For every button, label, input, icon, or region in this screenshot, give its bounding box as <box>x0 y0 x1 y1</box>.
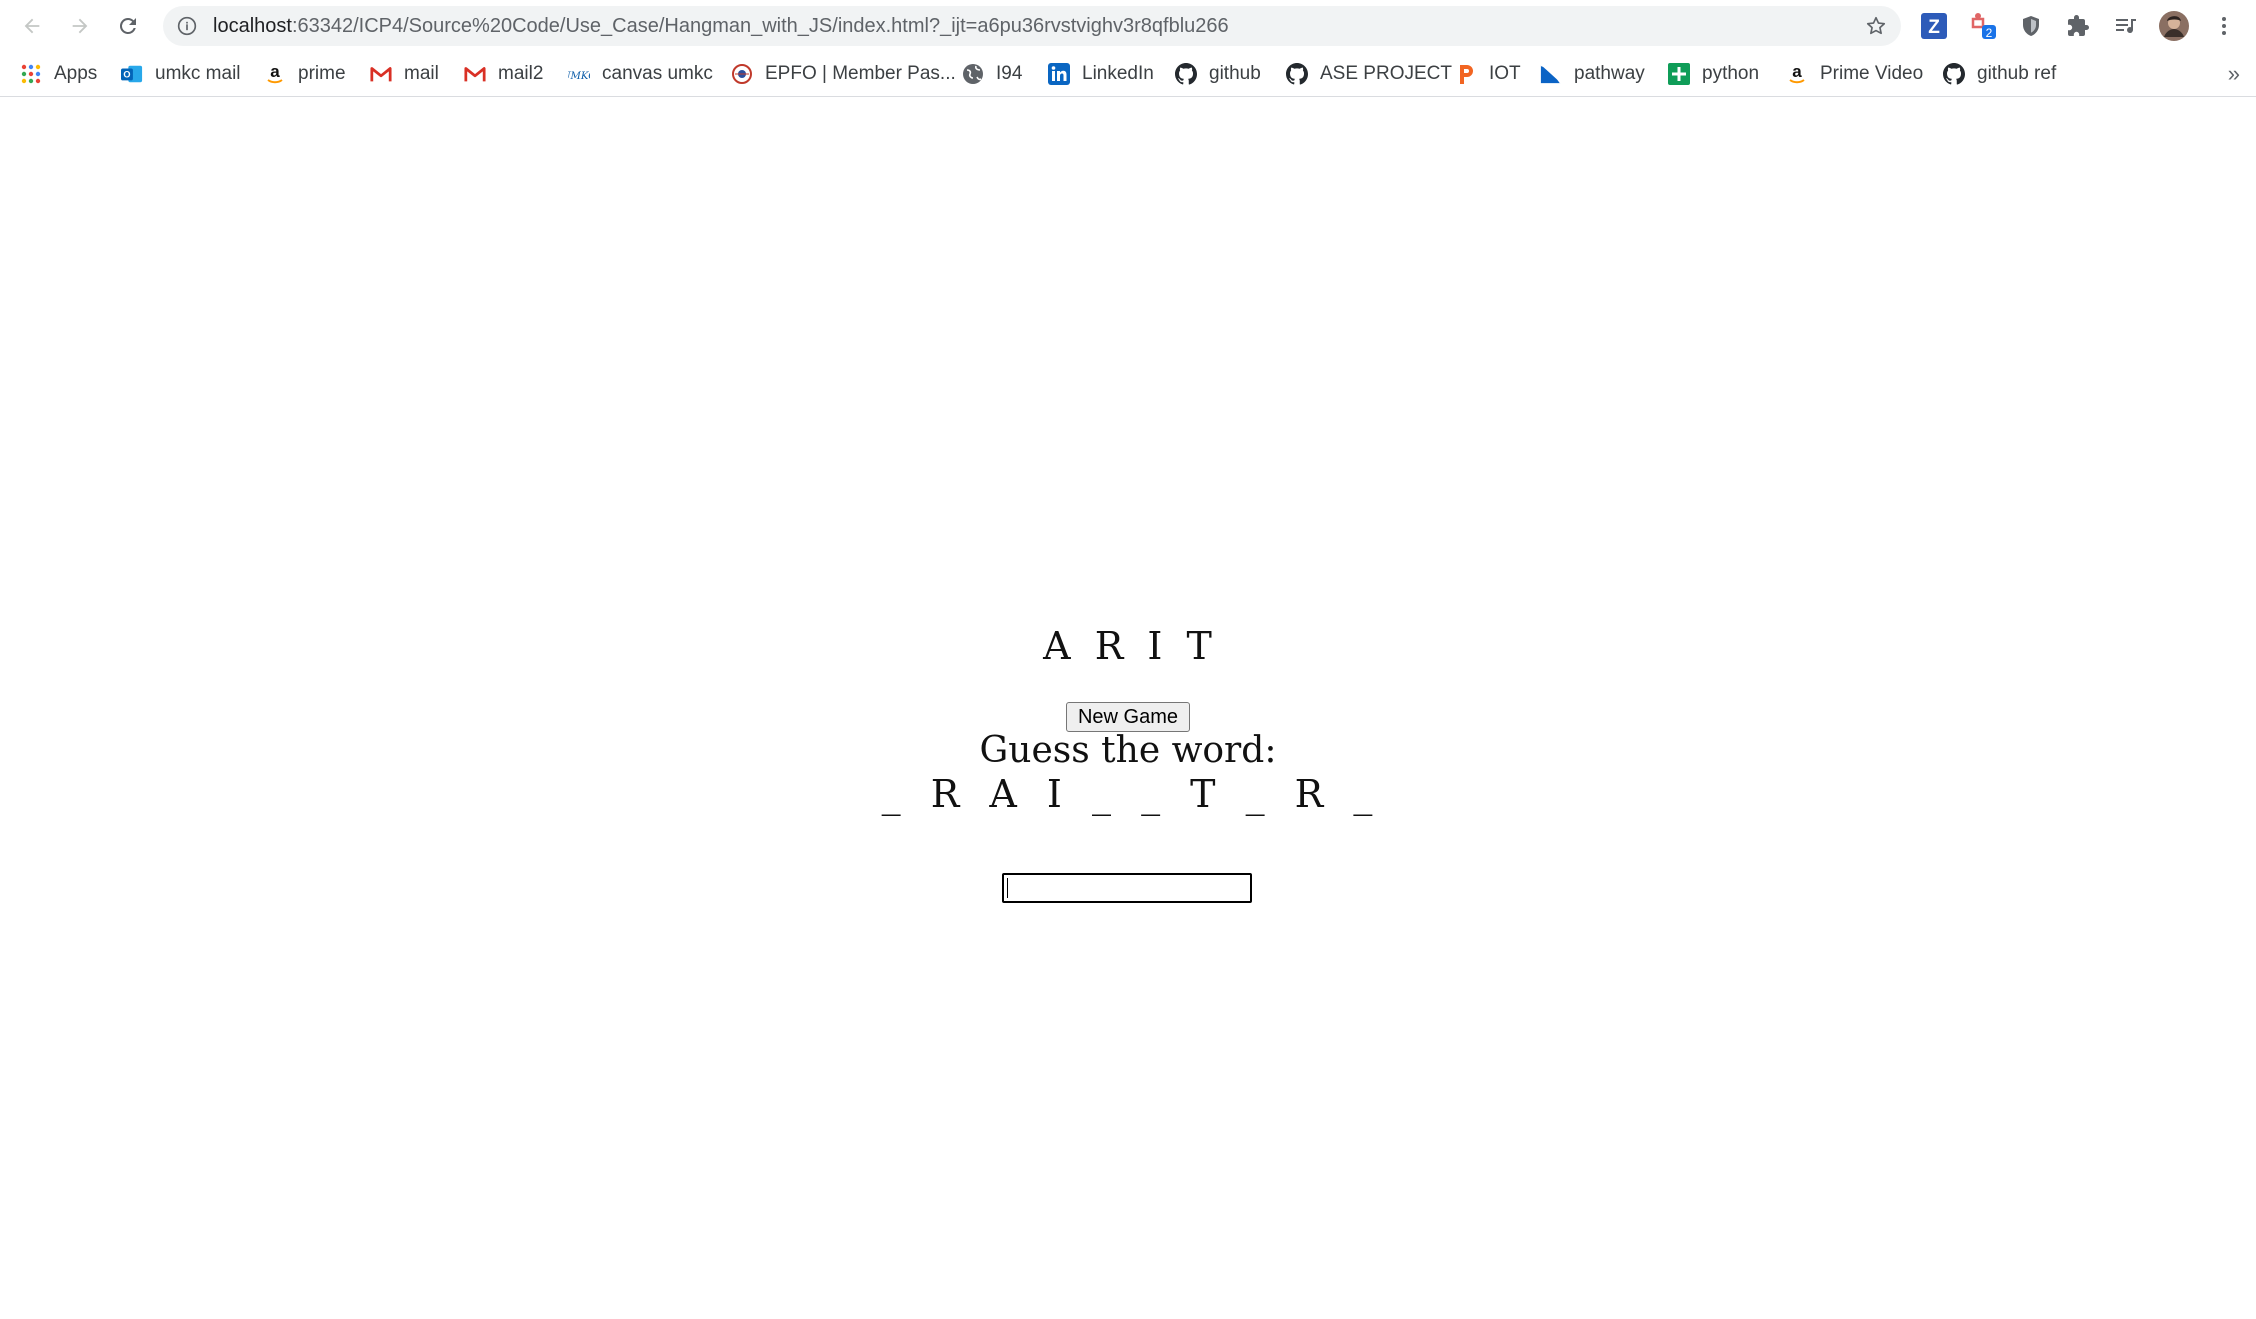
back-arrow-icon[interactable] <box>16 10 48 42</box>
bookmark-label: mail2 <box>498 63 544 84</box>
bookmark-star-icon[interactable] <box>1865 15 1887 42</box>
bookmark-apps[interactable]: Apps <box>20 52 97 96</box>
svg-text:a: a <box>270 63 280 81</box>
url-host: localhost <box>213 15 292 37</box>
new-game-button[interactable]: New Game <box>1066 702 1190 732</box>
linkedin-icon <box>1048 63 1070 85</box>
profile-avatar[interactable] <box>2158 10 2190 42</box>
url-text[interactable]: localhost:63342/ICP4/Source%20Code/Use_C… <box>213 6 1229 46</box>
svg-text:a: a <box>1792 63 1802 81</box>
extension-badge-count: 2 <box>1986 26 1993 40</box>
bookmarks-overflow-chevron-icon[interactable]: » <box>2228 52 2240 96</box>
bookmarks-bar: Apps O umkc mail a prime mail mail2 UMKC… <box>0 52 2256 97</box>
amazon-icon: a <box>1786 63 1808 85</box>
svg-text:Z: Z <box>1928 17 1940 38</box>
sheets-icon <box>1668 63 1690 85</box>
zoom-z-icon[interactable]: Z <box>1918 10 1950 42</box>
kebab-menu-icon[interactable] <box>2208 10 2240 42</box>
bookmark-label: LinkedIn <box>1082 63 1154 84</box>
svg-text:UMKC: UMKC <box>568 71 590 82</box>
umkc-icon: UMKC <box>568 63 590 85</box>
amazon-icon: a <box>264 63 286 85</box>
browser-toolbar: localhost:63342/ICP4/Source%20Code/Use_C… <box>0 0 2256 52</box>
site-info-icon[interactable] <box>177 16 197 41</box>
bookmark-label: Prime Video <box>1820 63 1924 84</box>
bookmark-prime[interactable]: a prime <box>264 52 346 96</box>
gmail-icon <box>370 63 392 85</box>
apps-grid-icon <box>20 63 42 85</box>
bookmark-github-ref[interactable]: github ref <box>1943 52 2056 96</box>
bookmark-label: ASE PROJECT <box>1320 63 1452 84</box>
url-path: :63342/ICP4/Source%20Code/Use_Case/Hangm… <box>291 15 1229 37</box>
bookmark-i94[interactable]: I94 <box>962 52 1022 96</box>
address-bar[interactable]: localhost:63342/ICP4/Source%20Code/Use_C… <box>163 6 1901 46</box>
text-caret <box>1007 878 1008 898</box>
guessed-letters: A R I T <box>1043 624 1213 668</box>
bookmark-label: umkc mail <box>155 63 241 84</box>
bookmark-label: I94 <box>996 63 1023 84</box>
github-icon <box>1286 63 1308 85</box>
forward-arrow-icon[interactable] <box>64 10 96 42</box>
bookmark-iot[interactable]: IOT <box>1455 52 1521 96</box>
outlook-icon: O <box>121 63 143 85</box>
bookmark-label: python <box>1702 63 1760 84</box>
bookmark-label: canvas umkc <box>602 63 713 84</box>
reading-list-icon[interactable] <box>2110 10 2142 42</box>
bookmark-mail2[interactable]: mail2 <box>464 52 543 96</box>
bookmark-mail[interactable]: mail <box>370 52 439 96</box>
p-icon <box>1455 63 1477 85</box>
bookmark-python[interactable]: python <box>1668 52 1759 96</box>
bookmark-label: github ref <box>1977 63 2057 84</box>
bookmark-linkedin[interactable]: LinkedIn <box>1048 52 1154 96</box>
puzzle-icon[interactable] <box>2062 10 2094 42</box>
bookmark-ase-project[interactable]: ASE PROJECT <box>1286 52 1452 96</box>
bookmark-label: github <box>1209 63 1261 84</box>
bookmark-umkc-mail[interactable]: O umkc mail <box>121 52 241 96</box>
bookmark-epfo[interactable]: EPFO | Member Pas... <box>731 52 956 96</box>
bookmark-github[interactable]: github <box>1175 52 1261 96</box>
extension-badge-icon[interactable]: 2 <box>1968 10 2000 42</box>
guess-input[interactable] <box>1002 873 1252 903</box>
reload-icon[interactable] <box>112 10 144 42</box>
shield-icon[interactable] <box>2015 10 2047 42</box>
github-icon <box>1943 63 1965 85</box>
gmail-icon <box>464 63 486 85</box>
globe-icon <box>962 63 984 85</box>
bookmark-label: EPFO | Member Pas... <box>765 63 956 84</box>
bookmark-label: IOT <box>1489 63 1521 84</box>
svg-text:O: O <box>123 70 130 80</box>
bookmark-label: Apps <box>54 63 98 84</box>
bookmark-pathway[interactable]: pathway <box>1540 52 1645 96</box>
guess-prompt: Guess the word: <box>979 730 1277 771</box>
epfo-icon <box>731 63 753 85</box>
bookmark-prime-video[interactable]: a Prime Video <box>1786 52 1923 96</box>
bookmark-label: mail <box>404 63 439 84</box>
pathway-icon <box>1540 63 1562 85</box>
bookmark-label: pathway <box>1574 63 1645 84</box>
github-icon <box>1175 63 1197 85</box>
bookmark-label: prime <box>298 63 346 84</box>
word-display: _ R A I _ _ T _ R _ <box>881 772 1375 816</box>
bookmark-canvas-umkc[interactable]: UMKC canvas umkc <box>568 52 713 96</box>
